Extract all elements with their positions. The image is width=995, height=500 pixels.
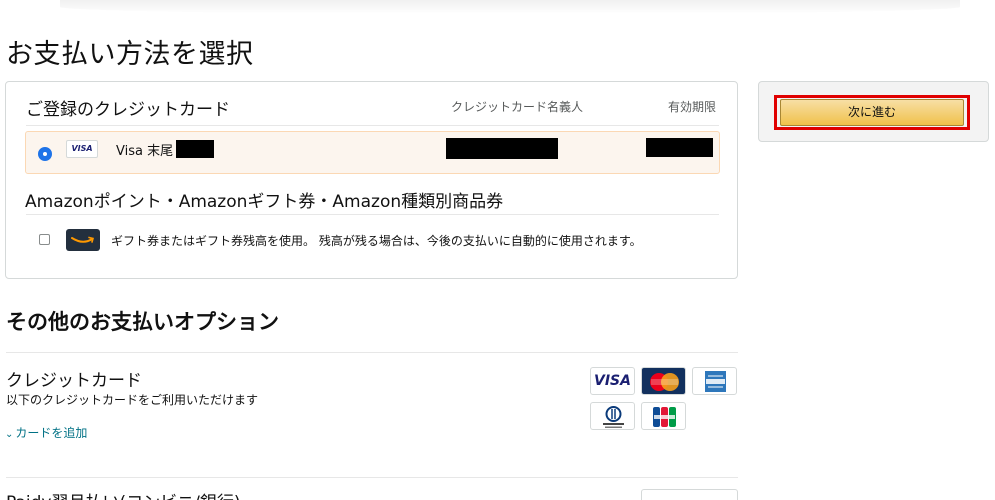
credit-card-option-subtitle: 以下のクレジットカードをご利用いただけます xyxy=(6,393,259,407)
expiry-column-header: 有効期限 xyxy=(668,100,717,114)
amex-logo xyxy=(692,367,737,395)
divider xyxy=(6,477,738,478)
gift-balance-label: ギフト券またはギフト券残高を使用。 残高が残る場合は、今後の支払いに自動的に使用… xyxy=(111,234,642,248)
chevron-down-icon: ⌄ xyxy=(5,429,14,440)
add-card-label: カードを追加 xyxy=(15,426,88,440)
divider xyxy=(26,214,719,215)
paidy-option-title: Paidy翌月払い(コンビニ/銀行) xyxy=(6,488,240,500)
gift-balance-checkbox[interactable] xyxy=(39,234,50,245)
saved-cards-title: ご登録のクレジットカード xyxy=(26,100,230,120)
divider xyxy=(6,352,738,353)
amazon-smile-icon xyxy=(66,229,100,251)
other-options-title: その他のお支払いオプション xyxy=(6,310,279,334)
visa-logo: VISA xyxy=(590,367,635,395)
saved-card-row[interactable]: VISA Visa 末尾 xyxy=(25,131,720,174)
paidy-logo xyxy=(641,489,738,500)
redacted-cardholder-name xyxy=(446,138,558,159)
cardholder-column-header: クレジットカード名義人 xyxy=(451,100,584,114)
add-card-link[interactable]: ⌄ カードを追加 xyxy=(5,424,87,441)
mastercard-logo xyxy=(641,367,686,395)
jcb-logo xyxy=(641,402,686,430)
diners-club-logo xyxy=(590,402,635,430)
card-radio-selected[interactable] xyxy=(38,147,52,161)
credit-card-option-title: クレジットカード xyxy=(6,371,142,391)
points-section-title: Amazonポイント・Amazonギフト券・Amazon種類別商品券 xyxy=(25,192,504,212)
visa-logo-text: VISA xyxy=(594,373,631,389)
next-button[interactable]: 次に進む xyxy=(780,99,964,126)
saved-payment-section: ご登録のクレジットカード クレジットカード名義人 有効期限 VISA Visa … xyxy=(5,81,738,279)
redacted-expiry xyxy=(646,138,713,157)
redacted-card-number xyxy=(176,140,214,158)
card-label: Visa 末尾 xyxy=(116,144,174,159)
header-shadow xyxy=(60,0,960,14)
divider xyxy=(26,125,719,126)
page-title: お支払い方法を選択 xyxy=(6,39,254,70)
visa-icon: VISA xyxy=(66,140,98,158)
